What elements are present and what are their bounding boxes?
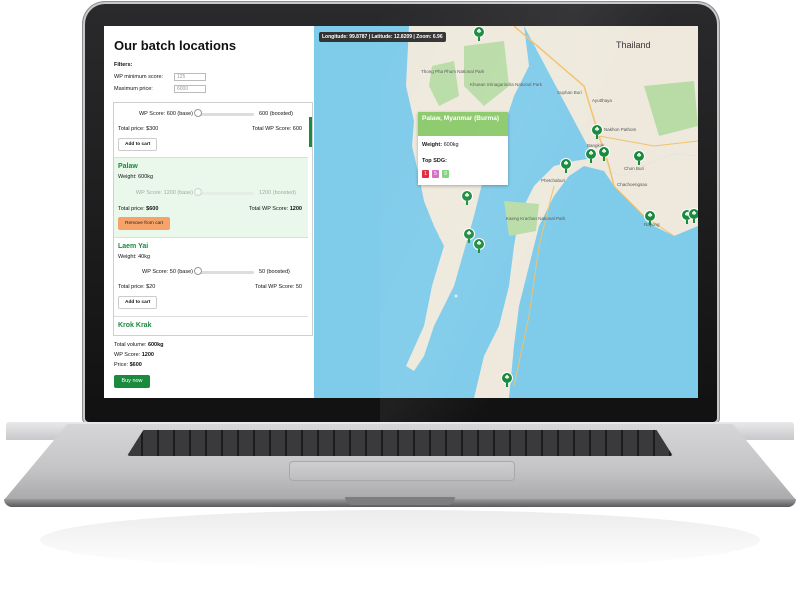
wp-score-base: WP Score: 50 (base) bbox=[142, 269, 193, 275]
sdg-badge: 9 bbox=[442, 170, 449, 178]
min-score-input[interactable]: 125 bbox=[174, 73, 206, 81]
page-title: Our batch locations bbox=[114, 38, 237, 53]
tree-pin-icon[interactable]: ♣ bbox=[472, 238, 486, 253]
total-wp-score: WP Score: 1200 bbox=[114, 352, 154, 358]
wp-score-boosted: 1200 (boosted) bbox=[259, 190, 296, 196]
add-to-cart-button[interactable]: Add to cart bbox=[118, 296, 158, 309]
batch-card-palaw[interactable]: Palaw Weight: 600kg WP Score: 1200 (base… bbox=[114, 158, 308, 238]
map-place-label: Suphan Buri bbox=[557, 90, 582, 95]
wp-score-slider[interactable]: WP Score: 600 (base) 600 (boosted) bbox=[114, 109, 308, 119]
map-place-label: Khuean Srinagarindra National Park bbox=[470, 82, 543, 87]
tree-pin-icon[interactable]: ♣ bbox=[597, 146, 611, 161]
popup-weight: Weight: 600kg bbox=[422, 142, 459, 148]
tree-pin-icon[interactable]: ♣ bbox=[584, 148, 598, 163]
max-price-input[interactable]: 6000 bbox=[174, 85, 206, 93]
batch-weight: Weight: 40kg bbox=[118, 254, 151, 260]
wp-score-boosted: 600 (boosted) bbox=[259, 111, 293, 117]
wp-score-boosted: 50 (boosted) bbox=[259, 269, 290, 275]
wp-score-base: WP Score: 600 (base) bbox=[138, 111, 193, 117]
wp-score-slider: WP Score: 1200 (base) 1200 (boosted) bbox=[114, 188, 308, 198]
laptop-screen: Our batch locations Filters: WP minimum … bbox=[104, 26, 698, 398]
batch-card-krok-krak[interactable]: Krok Krak bbox=[114, 317, 308, 335]
slider-knob[interactable] bbox=[194, 267, 202, 275]
tree-pin-icon[interactable]: ♣ bbox=[559, 158, 573, 173]
tree-pin-icon[interactable]: ♣ bbox=[632, 150, 646, 165]
total-price: Total price: $20 bbox=[118, 284, 156, 290]
total-price: Total price: $600 bbox=[118, 206, 159, 212]
tree-pin-icon[interactable]: ♣ bbox=[472, 26, 486, 41]
sdg-badge: 5 bbox=[432, 170, 439, 178]
total-wp-score: Total WP Score: 50 bbox=[255, 284, 302, 290]
min-score-label: WP minimum score: bbox=[114, 74, 164, 80]
list-scrollbar[interactable] bbox=[309, 117, 312, 147]
total-wp-score: Total WP Score: 1200 bbox=[248, 206, 302, 212]
slider-track bbox=[198, 192, 254, 195]
buy-now-button[interactable]: Buy now bbox=[114, 375, 150, 388]
tree-pin-icon[interactable]: ♣ bbox=[590, 124, 604, 139]
map-place-label: Chachoengsao bbox=[617, 182, 648, 187]
total-volume: Total volume: 600kg bbox=[114, 342, 164, 348]
laptop-trackpad bbox=[289, 461, 515, 481]
batch-weight: Weight: 600kg bbox=[118, 174, 154, 180]
map-place-label: Kaeng Krachan National Park bbox=[506, 216, 566, 221]
map-place-label: Chon Buri bbox=[624, 166, 645, 171]
batch-name[interactable]: Krok Krak bbox=[118, 322, 151, 329]
wp-score-slider[interactable]: WP Score: 50 (base) 50 (boosted) bbox=[114, 267, 308, 277]
max-price-row: Maximum price: 6000 bbox=[114, 85, 206, 93]
tree-pin-icon[interactable]: ♣ bbox=[643, 210, 657, 225]
min-score-row: WP minimum score: 125 bbox=[114, 73, 206, 81]
filters-label: Filters: bbox=[114, 62, 133, 68]
slider-knob[interactable] bbox=[194, 109, 202, 117]
batch-card: WP Score: 600 (base) 600 (boosted) Total… bbox=[114, 103, 308, 158]
laptop-keyboard bbox=[127, 430, 673, 456]
batch-panel: Our batch locations Filters: WP minimum … bbox=[104, 26, 314, 398]
slider-track bbox=[198, 113, 254, 116]
batch-name[interactable]: Laem Yai bbox=[118, 243, 148, 250]
laptop-reflection bbox=[40, 510, 760, 570]
sdg-badge: 1 bbox=[422, 170, 429, 178]
tree-pin-icon[interactable]: ♣ bbox=[500, 372, 514, 387]
popup-title: Palaw, Myanmar (Burma) bbox=[418, 112, 508, 136]
wp-score-base: WP Score: 1200 (base) bbox=[135, 190, 193, 196]
map-place-label: Phetchaburi bbox=[541, 178, 566, 183]
batch-card-laem-yai[interactable]: Laem Yai Weight: 40kg WP Score: 50 (base… bbox=[114, 238, 308, 317]
map-place-label: Ayutthaya bbox=[592, 98, 612, 103]
map-place-label: Nakhon Pathom bbox=[604, 127, 637, 132]
total-price: Price: $600 bbox=[114, 362, 142, 368]
map-place-label: Thong Pha Phum National Park bbox=[421, 69, 485, 74]
country-label: Thailand bbox=[616, 40, 651, 50]
laptop-notch bbox=[345, 497, 455, 505]
popup-sdg-label: Top SDG: bbox=[422, 158, 447, 164]
max-price-label: Maximum price: bbox=[114, 86, 153, 92]
slider-track bbox=[198, 271, 254, 274]
tree-pin-icon[interactable]: ♣ bbox=[460, 190, 474, 205]
add-to-cart-button[interactable]: Add to cart bbox=[118, 138, 158, 151]
tree-pin-icon[interactable]: ♣ bbox=[687, 208, 698, 223]
batch-list[interactable]: WP Score: 600 (base) 600 (boosted) Total… bbox=[113, 102, 313, 336]
map-coordinates-readout: Longitude: 99.8787 | Latitude: 12.8209 |… bbox=[319, 32, 446, 42]
map-view[interactable]: Longitude: 99.8787 | Latitude: 12.8209 |… bbox=[314, 26, 698, 398]
slider-knob bbox=[194, 188, 202, 196]
total-price: Total price: $300 bbox=[118, 126, 159, 132]
batch-name[interactable]: Palaw bbox=[118, 163, 138, 170]
map-popup: Palaw, Myanmar (Burma) Weight: 600kg Top… bbox=[418, 112, 508, 185]
remove-from-cart-button[interactable]: Remove from cart bbox=[118, 217, 171, 230]
total-wp-score: Total WP Score: 600 bbox=[251, 126, 302, 132]
